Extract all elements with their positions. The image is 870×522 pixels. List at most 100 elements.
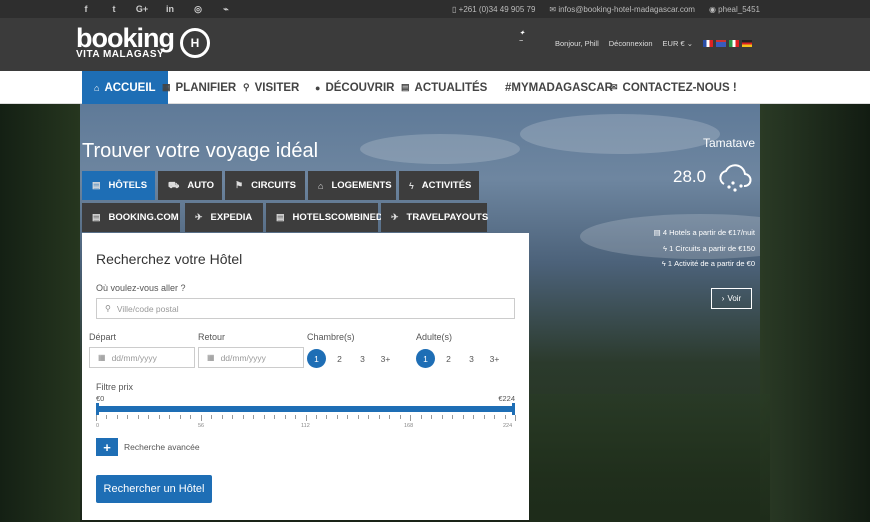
rooms-option-3plus[interactable]: 3+ [376, 349, 395, 368]
tab-travelpayouts[interactable]: ✈ TRAVELPAYOUTS [381, 203, 489, 232]
price-filter-label: Filtre prix [96, 382, 134, 392]
rooms-option-1[interactable]: 1 [307, 349, 326, 368]
slider-tick [336, 415, 338, 419]
slider-tick [473, 415, 475, 419]
slider-tick [106, 415, 108, 419]
palm-trees-right [760, 104, 870, 522]
rooms-option-3[interactable]: 3 [353, 349, 372, 368]
skype-info[interactable]: ◉ pheal_5451 [709, 5, 760, 14]
logo-sub-text: VITA MALAGASY [76, 49, 165, 60]
advanced-search-toggle[interactable]: + [96, 438, 118, 456]
tab-hotelscombined[interactable]: ▤ HOTELSCOMBINED [266, 203, 383, 232]
rooms-option-2[interactable]: 2 [330, 349, 349, 368]
nav-visiter[interactable]: ⚲ VISITER [243, 71, 299, 104]
logout-link[interactable]: Déconnexion [609, 39, 653, 48]
date-placeholder: dd/mm/yyyy [111, 352, 157, 363]
tick-label: 56 [198, 423, 205, 429]
slider-tick [431, 415, 433, 419]
adults-option-3plus[interactable]: 3+ [485, 349, 504, 368]
adults-label: Adulte(s) [416, 332, 453, 342]
price-slider-max-handle[interactable] [512, 403, 515, 415]
nav-planifier[interactable]: ▦ PLANIFIER [162, 71, 236, 104]
advanced-search-label[interactable]: Recherche avancée [124, 442, 200, 452]
search-hotel-button[interactable]: Rechercher un Hôtel [96, 475, 212, 503]
destination-placeholder: Ville/code postal [116, 303, 179, 314]
social-links: f t G+ in ◎ ⌁ [72, 0, 240, 18]
tab-activites[interactable]: ϟ ACTIVITÉS [399, 171, 479, 200]
google-plus-icon[interactable]: G+ [128, 4, 156, 14]
flag-it[interactable] [729, 39, 739, 47]
partner-logo: ✦ ~ [518, 30, 525, 45]
linkedin-icon[interactable]: in [156, 4, 184, 14]
weather-city: Tamatave [702, 136, 755, 150]
flag-fr[interactable] [703, 39, 713, 47]
email-info[interactable]: ✉ infos@booking-hotel-madagascar.com [549, 5, 695, 14]
tab-label: BOOKING.COM [108, 212, 179, 223]
tab-label: LOGEMENTS [331, 180, 392, 191]
site-logo[interactable]: booking VITA MALAGASY H [76, 25, 210, 61]
adults-option-2[interactable]: 2 [439, 349, 458, 368]
voir-button[interactable]: › Voir [711, 288, 752, 309]
adults-option-1[interactable]: 1 [416, 349, 435, 368]
hotel-search-panel: Recherchez votre Hôtel Où voulez-vous al… [82, 233, 529, 520]
globe-icon: ● [315, 82, 321, 93]
panel-title: Recherchez votre Hôtel [96, 251, 243, 267]
nav-label: CONTACTEZ-NOUS ! [622, 81, 737, 94]
slider-tick [242, 415, 244, 419]
slider-tick [305, 415, 307, 421]
slider-tick [410, 415, 412, 421]
slider-tick [221, 415, 223, 419]
flag-de[interactable] [742, 39, 752, 47]
slider-tick [116, 415, 118, 419]
slider-tick [158, 415, 160, 419]
rooms-label: Chambre(s) [307, 332, 355, 342]
adults-option-3[interactable]: 3 [462, 349, 481, 368]
phone-text: +261 (0)34 49 905 79 [458, 4, 536, 14]
tab-auto[interactable]: ⛟ AUTO [158, 171, 222, 200]
nav-mymadagascar[interactable]: #MYMADAGASCAR [505, 71, 613, 104]
price-slider-track[interactable] [96, 403, 515, 415]
slider-tick [190, 415, 192, 419]
chevron-right-icon: › [721, 294, 725, 303]
slider-tick [441, 415, 443, 419]
tab-label: TRAVELPAYOUTS [406, 212, 489, 223]
nav-actualites[interactable]: ▤ ACTUALITÉS [401, 71, 487, 104]
tab-expedia[interactable]: ✈ EXPEDIA [185, 203, 263, 232]
price-slider-min-handle[interactable] [96, 403, 99, 415]
email-text: infos@booking-hotel-madagascar.com [558, 4, 695, 14]
retour-date-input[interactable]: ▦ dd/mm/yyyy [198, 347, 304, 368]
calendar-icon: ▦ [207, 353, 215, 362]
plane-icon: ✈ [195, 212, 203, 222]
plus-icon: + [103, 439, 111, 455]
nav-contact[interactable]: ✉ CONTACTEZ-NOUS ! [610, 71, 737, 104]
language-flags [703, 39, 752, 47]
slider-tick [253, 415, 255, 419]
main-nav: ⌂ ACCUEIL ▦ PLANIFIER ⚲ VISITER ● DÉCOUV… [0, 71, 870, 104]
slider-tick [274, 415, 276, 419]
tab-circuits[interactable]: ⚑ CIRCUITS [225, 171, 305, 200]
slider-tick [179, 415, 181, 419]
twitter-icon[interactable]: t [100, 4, 128, 14]
tab-logements[interactable]: ⌂ LOGEMENTS [308, 171, 396, 200]
news-icon: ▤ [401, 82, 410, 92]
home-icon: ⌂ [94, 82, 100, 93]
mail-icon: ✉ [610, 82, 618, 92]
instagram-icon[interactable]: ◎ [184, 4, 212, 15]
car-icon: ⛟ [168, 179, 180, 190]
currency-select[interactable]: EUR € ⌄ [663, 39, 693, 48]
facebook-icon[interactable]: f [72, 4, 100, 14]
tab-booking-com[interactable]: ▤ BOOKING.COM [82, 203, 180, 232]
slider-tick [232, 415, 234, 419]
flag-en[interactable] [716, 39, 726, 47]
slider-tick [399, 415, 401, 419]
weather-temperature: 28.0 [673, 167, 707, 186]
nav-accueil[interactable]: ⌂ ACCUEIL [82, 71, 168, 104]
tab-hotels[interactable]: ▤ HÔTELS [82, 171, 155, 200]
depart-date-input[interactable]: ▦ dd/mm/yyyy [89, 347, 195, 368]
rss-icon[interactable]: ⌁ [212, 4, 240, 15]
destination-label: Où voulez-vous aller ? [96, 283, 186, 293]
nav-decouvrir[interactable]: ● DÉCOUVRIR [315, 71, 394, 104]
slider-tick [137, 415, 139, 419]
destination-input[interactable]: ⚲ Ville/code postal [96, 298, 515, 319]
offer-text: 1 Circuits a partir de €150 [669, 243, 755, 253]
